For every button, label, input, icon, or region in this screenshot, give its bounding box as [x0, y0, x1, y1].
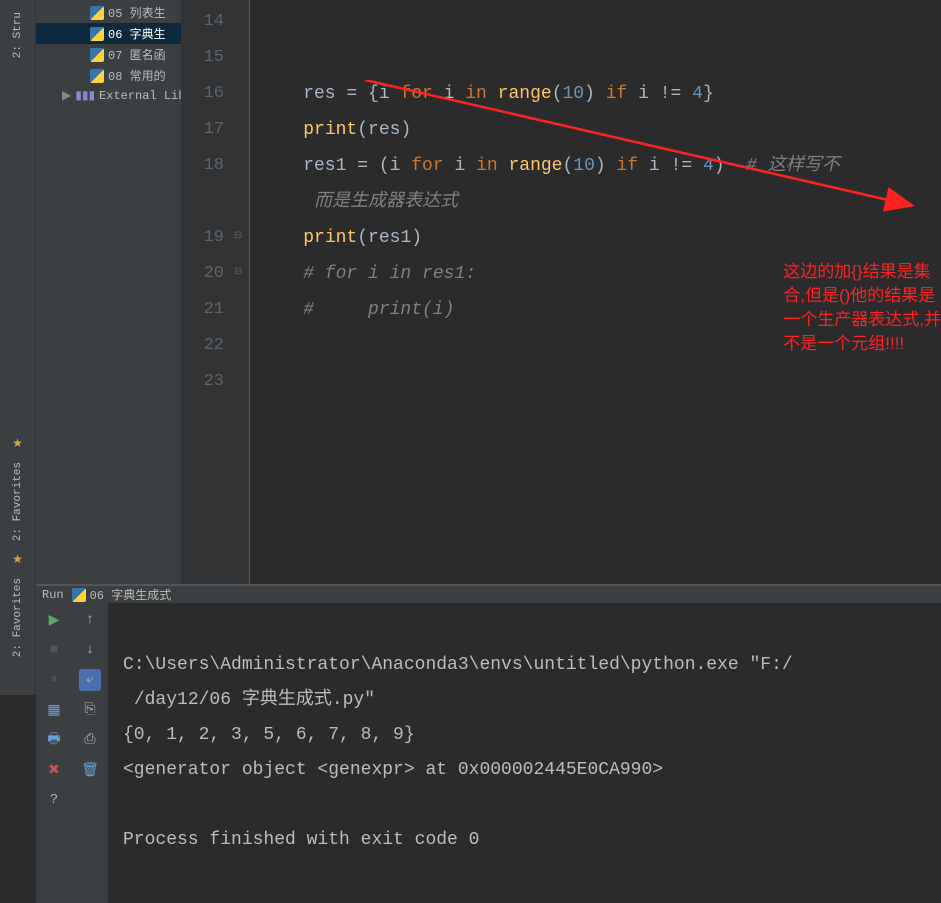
run-body: ▶ ■ ⏸ ▦ 🖶 ✖ ? ↑ ↓ ⤶ ⎘ ⎙ 🗑 C:\Users\Admin… [36, 603, 941, 903]
fold-gutter: ⊟ ⊟ [232, 0, 250, 584]
run-panel: Run 06 字典生成式 ▶ ■ ⏸ ▦ 🖶 ✖ ? ↑ ↓ ⤶ ⎘ ⎙ 🗑 [36, 584, 941, 866]
help-icon[interactable]: ? [43, 789, 65, 811]
favorites-tab-2[interactable]: 2: Favorites [10, 570, 26, 665]
print-icon[interactable]: 🖶 [43, 729, 65, 751]
run-toolbar-left: ▶ ■ ⏸ ▦ 🖶 ✖ ? [36, 603, 72, 903]
trash-icon[interactable]: 🗑 [79, 759, 101, 781]
python-file-icon [72, 588, 86, 602]
python-file-icon [90, 27, 104, 41]
layout-icon[interactable]: ▦ [43, 699, 65, 721]
python-file-icon [90, 48, 104, 62]
main-area: 05 列表生 06 字典生 07 匿名函 08 常用的 ▶ ▮▮▮ Extern… [36, 0, 941, 695]
up-icon[interactable]: ↑ [79, 609, 101, 631]
favorite-star-icon: ★ [12, 552, 23, 567]
rerun-icon[interactable]: ▶ [43, 609, 65, 631]
code-content[interactable]: res = {i for i in range(10) if i != 4} p… [250, 0, 941, 584]
project-tree[interactable]: 05 列表生 06 字典生 07 匿名函 08 常用的 ▶ ▮▮▮ Extern… [36, 0, 182, 584]
run-config-name: 06 字典生成式 [90, 586, 172, 603]
expand-icon: ▶ [62, 88, 71, 103]
pause-icon[interactable]: ⏸ [43, 669, 65, 691]
stop-disabled-icon[interactable]: ■ [43, 639, 65, 661]
close-icon[interactable]: ✖ [43, 759, 65, 781]
library-icon: ▮▮▮ [75, 88, 95, 103]
tree-file-06[interactable]: 06 字典生 [36, 23, 181, 44]
run-label: Run [42, 588, 64, 602]
fold-handle-icon[interactable]: ⊟ [234, 230, 242, 242]
run-toolbar-right: ↑ ↓ ⤶ ⎘ ⎙ 🗑 [72, 603, 108, 903]
favorites-tab[interactable]: 2: Favorites [10, 454, 26, 549]
tree-file-08[interactable]: 08 常用的 [36, 65, 181, 86]
console-output[interactable]: C:\Users\Administrator\Anaconda3\envs\un… [108, 603, 941, 903]
tree-external-libs[interactable]: ▶ ▮▮▮ External Libr [36, 86, 181, 105]
fold-handle-icon[interactable]: ⊟ [234, 266, 242, 278]
python-file-icon [90, 69, 104, 83]
top-editor-area: 05 列表生 06 字典生 07 匿名函 08 常用的 ▶ ▮▮▮ Extern… [36, 0, 941, 584]
structure-tab[interactable]: 2: Stru [10, 4, 26, 66]
tree-file-07[interactable]: 07 匿名函 [36, 44, 181, 65]
red-text-annotation: 这边的加{}结果是集 合,但是()他的结果是 一个生产器表达式,并 不是一个元组… [783, 260, 941, 356]
favorite-star-icon: ★ [12, 436, 23, 451]
python-file-icon [90, 6, 104, 20]
tree-file-05[interactable]: 05 列表生 [36, 2, 181, 23]
left-tool-gutter: 2: Stru ★ 2: Favorites ★ 2: Favorites [0, 0, 36, 695]
run-header: Run 06 字典生成式 [36, 586, 941, 603]
export-icon[interactable]: ⎙ [79, 729, 101, 751]
down-icon[interactable]: ↓ [79, 639, 101, 661]
scroll-icon[interactable]: ⎘ [79, 699, 101, 721]
soft-wrap-icon[interactable]: ⤶ [79, 669, 101, 691]
line-number-gutter: 14 15 16 17 18 19 20 21 22 23 [182, 0, 232, 584]
code-editor[interactable]: 14 15 16 17 18 19 20 21 22 23 ⊟ ⊟ res = … [182, 0, 941, 584]
